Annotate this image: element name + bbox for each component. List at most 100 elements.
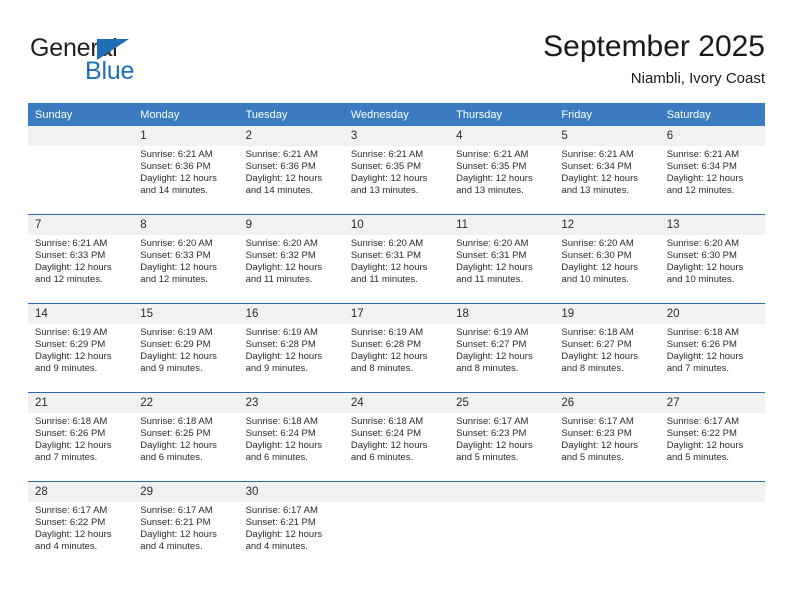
- sunrise-text: Sunrise: 6:18 AM: [245, 416, 318, 427]
- sunset-text: Sunset: 6:27 PM: [561, 339, 632, 351]
- day-number-cell[interactable]: 23: [238, 392, 344, 413]
- day-number-cell[interactable]: 14: [28, 303, 134, 324]
- daylight-text-line2: and 11 minutes.: [456, 274, 524, 286]
- day-detail-cell[interactable]: Sunrise: 6:21 AM Sunset: 6:36 PM Daylight:…: [133, 146, 239, 215]
- day-detail-cell[interactable]: Sunrise: 6:19 AM Sunset: 6:29 PM Daylight:…: [28, 324, 134, 393]
- weekday-header-friday: Friday: [554, 103, 660, 126]
- day-number: 7: [35, 219, 42, 231]
- sunset-text: Sunset: 6:24 PM: [350, 428, 422, 440]
- day-detail-cell[interactable]: Sunrise: 6:18 AM Sunset: 6:24 PM Daylight:…: [343, 413, 450, 482]
- day-number: 21: [35, 397, 48, 409]
- daylight-text-line2: and 13 minutes.: [561, 185, 630, 197]
- sunrise-text: Sunrise: 6:17 AM: [456, 416, 529, 427]
- sunrise-text: Sunrise: 6:21 AM: [35, 238, 108, 249]
- day-detail-cell[interactable]: Sunrise: 6:21 AM Sunset: 6:33 PM Daylight:…: [28, 235, 134, 304]
- day-detail-cell[interactable]: Sunrise: 6:19 AM Sunset: 6:29 PM Daylight:…: [133, 324, 239, 393]
- day-detail-cell[interactable]: Sunrise: 6:17 AM Sunset: 6:23 PM Daylight:…: [554, 413, 660, 482]
- daylight-text-line2: and 14 minutes.: [245, 185, 314, 197]
- day-number-cell[interactable]: 26: [554, 392, 660, 413]
- day-detail-cell[interactable]: Sunrise: 6:19 AM Sunset: 6:27 PM Daylight:…: [449, 324, 555, 393]
- sunset-text: Sunset: 6:36 PM: [140, 161, 211, 173]
- sunset-text: Sunset: 6:33 PM: [35, 250, 106, 262]
- week-daynumber-row: 21 22 23 24 25 26 27: [28, 392, 765, 413]
- brand-logo[interactable]: General Blue: [28, 30, 268, 90]
- day-number: 2: [245, 130, 252, 142]
- sunrise-text: Sunrise: 6:21 AM: [561, 149, 634, 160]
- sunrise-text: Sunrise: 6:21 AM: [245, 149, 318, 160]
- day-number-cell[interactable]: 30: [238, 481, 344, 502]
- day-detail-cell[interactable]: Sunrise: 6:17 AM Sunset: 6:21 PM Daylight:…: [133, 502, 239, 570]
- day-number-cell[interactable]: 21: [28, 392, 134, 413]
- week-detail-row: Sunrise: 6:17 AM Sunset: 6:22 PM Daylight:…: [28, 502, 765, 570]
- day-detail-cell[interactable]: Sunrise: 6:21 AM Sunset: 6:35 PM Daylight:…: [343, 146, 450, 215]
- weekday-header-sunday: Sunday: [28, 103, 134, 126]
- day-detail-cell[interactable]: Sunrise: 6:19 AM Sunset: 6:28 PM Daylight:…: [238, 324, 344, 393]
- day-detail-cell[interactable]: Sunrise: 6:18 AM Sunset: 6:26 PM Daylight:…: [659, 324, 765, 393]
- sunrise-text: Sunrise: 6:18 AM: [350, 416, 424, 427]
- day-detail-cell[interactable]: Sunrise: 6:18 AM Sunset: 6:25 PM Daylight:…: [133, 413, 239, 482]
- daylight-text-line1: Daylight: 12 hours: [561, 173, 638, 185]
- daylight-text-line2: and 10 minutes.: [561, 274, 630, 286]
- daylight-text-line2: and 6 minutes.: [140, 452, 203, 464]
- calendar-grid: Sunday Monday Tuesday Wednesday Thursday…: [28, 103, 765, 570]
- day-detail-cell[interactable]: Sunrise: 6:19 AM Sunset: 6:28 PM Daylight:…: [343, 324, 450, 393]
- day-number-cell[interactable]: 24: [343, 392, 450, 413]
- day-number-cell[interactable]: 12: [554, 214, 660, 235]
- day-detail-cell[interactable]: Sunrise: 6:17 AM Sunset: 6:21 PM Daylight:…: [238, 502, 344, 570]
- daylight-text-line1: Daylight: 12 hours: [140, 262, 217, 274]
- day-number-cell[interactable]: 17: [343, 303, 450, 324]
- day-number-cell[interactable]: 8: [133, 214, 239, 235]
- weekday-header-wednesday: Wednesday: [343, 103, 450, 126]
- day-detail-cell: [554, 502, 660, 570]
- sunset-text: Sunset: 6:32 PM: [245, 250, 316, 262]
- day-number-cell[interactable]: 29: [133, 481, 239, 502]
- day-number-cell[interactable]: 13: [659, 214, 765, 235]
- sunset-text: Sunset: 6:21 PM: [140, 517, 211, 529]
- day-number-cell[interactable]: 2: [238, 126, 344, 146]
- day-detail-cell[interactable]: Sunrise: 6:18 AM Sunset: 6:24 PM Daylight:…: [238, 413, 344, 482]
- day-detail-cell[interactable]: Sunrise: 6:17 AM Sunset: 6:22 PM Daylight:…: [28, 502, 134, 570]
- day-detail-cell[interactable]: Sunrise: 6:21 AM Sunset: 6:34 PM Daylight:…: [554, 146, 660, 215]
- day-detail-cell[interactable]: Sunrise: 6:17 AM Sunset: 6:23 PM Daylight:…: [449, 413, 555, 482]
- sunrise-text: Sunrise: 6:19 AM: [350, 327, 424, 338]
- daylight-text-line1: Daylight: 12 hours: [456, 262, 533, 274]
- day-detail-cell[interactable]: Sunrise: 6:20 AM Sunset: 6:30 PM Daylight:…: [659, 235, 765, 304]
- sunset-text: Sunset: 6:28 PM: [245, 339, 316, 351]
- sunset-text: Sunset: 6:29 PM: [140, 339, 211, 351]
- day-number-cell[interactable]: 25: [449, 392, 555, 413]
- sunrise-text: Sunrise: 6:21 AM: [350, 149, 424, 160]
- day-detail-cell[interactable]: Sunrise: 6:21 AM Sunset: 6:34 PM Daylight:…: [659, 146, 765, 215]
- day-number-cell[interactable]: 19: [554, 303, 660, 324]
- day-detail-cell: [28, 146, 134, 215]
- week-detail-row: Sunrise: 6:21 AM Sunset: 6:36 PM Daylight:…: [28, 146, 765, 215]
- day-number-cell[interactable]: 28: [28, 481, 134, 502]
- day-number-cell[interactable]: 3: [343, 126, 450, 146]
- day-number-cell[interactable]: 9: [238, 214, 344, 235]
- day-number-cell[interactable]: 1: [133, 126, 239, 146]
- day-number-cell[interactable]: 7: [28, 214, 134, 235]
- day-number-cell[interactable]: 6: [659, 126, 765, 146]
- sunrise-text: Sunrise: 6:17 AM: [561, 416, 634, 427]
- day-detail-cell[interactable]: Sunrise: 6:20 AM Sunset: 6:31 PM Daylight:…: [449, 235, 555, 304]
- day-detail-cell[interactable]: Sunrise: 6:20 AM Sunset: 6:33 PM Daylight:…: [133, 235, 239, 304]
- day-number-cell[interactable]: 4: [449, 126, 555, 146]
- day-detail-cell[interactable]: Sunrise: 6:18 AM Sunset: 6:27 PM Daylight:…: [554, 324, 660, 393]
- day-detail-cell[interactable]: Sunrise: 6:21 AM Sunset: 6:35 PM Daylight:…: [449, 146, 555, 215]
- day-number-cell[interactable]: 27: [659, 392, 765, 413]
- day-detail-cell[interactable]: Sunrise: 6:17 AM Sunset: 6:22 PM Daylight:…: [659, 413, 765, 482]
- day-detail-cell[interactable]: Sunrise: 6:20 AM Sunset: 6:31 PM Daylight:…: [343, 235, 450, 304]
- day-detail-cell[interactable]: Sunrise: 6:20 AM Sunset: 6:32 PM Daylight:…: [238, 235, 344, 304]
- day-number-cell[interactable]: 10: [343, 214, 450, 235]
- sunset-text: Sunset: 6:25 PM: [140, 428, 211, 440]
- day-detail-cell[interactable]: Sunrise: 6:21 AM Sunset: 6:36 PM Daylight:…: [238, 146, 344, 215]
- day-detail-cell[interactable]: Sunrise: 6:18 AM Sunset: 6:26 PM Daylight:…: [28, 413, 134, 482]
- daylight-text-line2: and 4 minutes.: [35, 541, 98, 553]
- day-detail-cell[interactable]: Sunrise: 6:20 AM Sunset: 6:30 PM Daylight:…: [554, 235, 660, 304]
- day-number-cell[interactable]: 11: [449, 214, 555, 235]
- day-number-cell[interactable]: 16: [238, 303, 344, 324]
- day-number-cell[interactable]: 18: [449, 303, 555, 324]
- day-number-cell[interactable]: 20: [659, 303, 765, 324]
- day-number-cell[interactable]: 5: [554, 126, 660, 146]
- day-number-cell[interactable]: 15: [133, 303, 239, 324]
- day-number-cell[interactable]: 22: [133, 392, 239, 413]
